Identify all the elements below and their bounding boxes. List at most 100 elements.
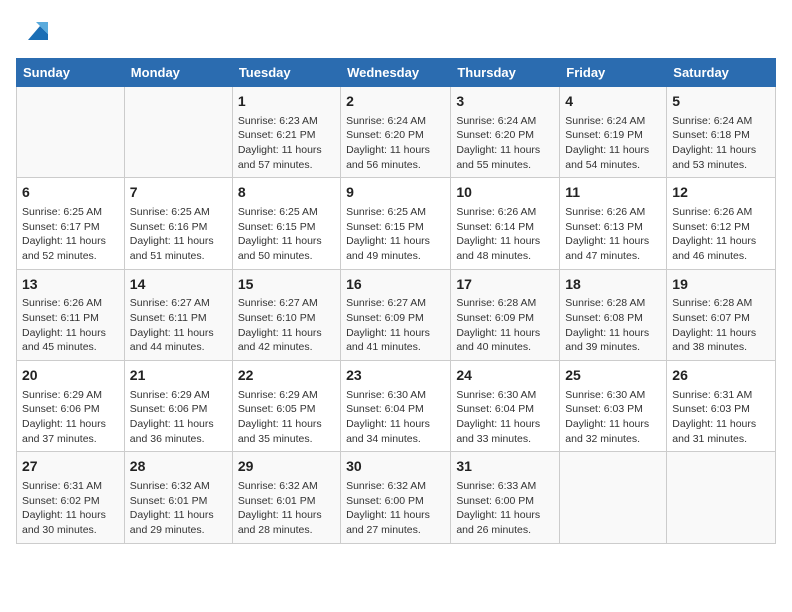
- header-day-thursday: Thursday: [451, 59, 560, 87]
- day-number: 17: [456, 275, 554, 295]
- calendar-cell: 1Sunrise: 6:23 AMSunset: 6:21 PMDaylight…: [232, 87, 340, 178]
- calendar-cell: 27Sunrise: 6:31 AMSunset: 6:02 PMDayligh…: [17, 452, 125, 543]
- calendar-cell: 14Sunrise: 6:27 AMSunset: 6:11 PMDayligh…: [124, 269, 232, 360]
- calendar-cell: 11Sunrise: 6:26 AMSunset: 6:13 PMDayligh…: [560, 178, 667, 269]
- calendar-cell: [667, 452, 776, 543]
- day-number: 12: [672, 183, 770, 203]
- calendar-cell: 18Sunrise: 6:28 AMSunset: 6:08 PMDayligh…: [560, 269, 667, 360]
- calendar-cell: [17, 87, 125, 178]
- day-number: 26: [672, 366, 770, 386]
- calendar-cell: 20Sunrise: 6:29 AMSunset: 6:06 PMDayligh…: [17, 361, 125, 452]
- day-number: 10: [456, 183, 554, 203]
- day-number: 8: [238, 183, 335, 203]
- day-number: 1: [238, 92, 335, 112]
- calendar-table: SundayMondayTuesdayWednesdayThursdayFrid…: [16, 58, 776, 544]
- cell-info: Sunrise: 6:27 AMSunset: 6:09 PMDaylight:…: [346, 296, 445, 355]
- cell-info: Sunrise: 6:32 AMSunset: 6:00 PMDaylight:…: [346, 479, 445, 538]
- cell-info: Sunrise: 6:30 AMSunset: 6:04 PMDaylight:…: [346, 388, 445, 447]
- day-number: 14: [130, 275, 227, 295]
- cell-info: Sunrise: 6:32 AMSunset: 6:01 PMDaylight:…: [130, 479, 227, 538]
- calendar-week-row: 27Sunrise: 6:31 AMSunset: 6:02 PMDayligh…: [17, 452, 776, 543]
- calendar-cell: 29Sunrise: 6:32 AMSunset: 6:01 PMDayligh…: [232, 452, 340, 543]
- day-number: 5: [672, 92, 770, 112]
- calendar-cell: 19Sunrise: 6:28 AMSunset: 6:07 PMDayligh…: [667, 269, 776, 360]
- calendar-cell: 31Sunrise: 6:33 AMSunset: 6:00 PMDayligh…: [451, 452, 560, 543]
- day-number: 22: [238, 366, 335, 386]
- calendar-cell: 16Sunrise: 6:27 AMSunset: 6:09 PMDayligh…: [341, 269, 451, 360]
- cell-info: Sunrise: 6:26 AMSunset: 6:14 PMDaylight:…: [456, 205, 554, 264]
- day-number: 24: [456, 366, 554, 386]
- calendar-cell: 15Sunrise: 6:27 AMSunset: 6:10 PMDayligh…: [232, 269, 340, 360]
- day-number: 30: [346, 457, 445, 477]
- header-day-monday: Monday: [124, 59, 232, 87]
- cell-info: Sunrise: 6:27 AMSunset: 6:11 PMDaylight:…: [130, 296, 227, 355]
- cell-info: Sunrise: 6:24 AMSunset: 6:18 PMDaylight:…: [672, 114, 770, 173]
- cell-info: Sunrise: 6:28 AMSunset: 6:09 PMDaylight:…: [456, 296, 554, 355]
- day-number: 4: [565, 92, 661, 112]
- day-number: 9: [346, 183, 445, 203]
- page-header: [16, 16, 776, 48]
- cell-info: Sunrise: 6:29 AMSunset: 6:06 PMDaylight:…: [22, 388, 119, 447]
- calendar-cell: 26Sunrise: 6:31 AMSunset: 6:03 PMDayligh…: [667, 361, 776, 452]
- cell-info: Sunrise: 6:31 AMSunset: 6:02 PMDaylight:…: [22, 479, 119, 538]
- cell-info: Sunrise: 6:30 AMSunset: 6:04 PMDaylight:…: [456, 388, 554, 447]
- cell-info: Sunrise: 6:25 AMSunset: 6:17 PMDaylight:…: [22, 205, 119, 264]
- cell-info: Sunrise: 6:28 AMSunset: 6:08 PMDaylight:…: [565, 296, 661, 355]
- calendar-cell: [560, 452, 667, 543]
- cell-info: Sunrise: 6:24 AMSunset: 6:19 PMDaylight:…: [565, 114, 661, 173]
- cell-info: Sunrise: 6:25 AMSunset: 6:16 PMDaylight:…: [130, 205, 227, 264]
- cell-info: Sunrise: 6:23 AMSunset: 6:21 PMDaylight:…: [238, 114, 335, 173]
- calendar-cell: 21Sunrise: 6:29 AMSunset: 6:06 PMDayligh…: [124, 361, 232, 452]
- day-number: 19: [672, 275, 770, 295]
- calendar-cell: 3Sunrise: 6:24 AMSunset: 6:20 PMDaylight…: [451, 87, 560, 178]
- day-number: 20: [22, 366, 119, 386]
- calendar-cell: 4Sunrise: 6:24 AMSunset: 6:19 PMDaylight…: [560, 87, 667, 178]
- calendar-cell: [124, 87, 232, 178]
- calendar-cell: 7Sunrise: 6:25 AMSunset: 6:16 PMDaylight…: [124, 178, 232, 269]
- cell-info: Sunrise: 6:29 AMSunset: 6:05 PMDaylight:…: [238, 388, 335, 447]
- cell-info: Sunrise: 6:32 AMSunset: 6:01 PMDaylight:…: [238, 479, 335, 538]
- calendar-cell: 6Sunrise: 6:25 AMSunset: 6:17 PMDaylight…: [17, 178, 125, 269]
- calendar-week-row: 20Sunrise: 6:29 AMSunset: 6:06 PMDayligh…: [17, 361, 776, 452]
- calendar-cell: 12Sunrise: 6:26 AMSunset: 6:12 PMDayligh…: [667, 178, 776, 269]
- cell-info: Sunrise: 6:26 AMSunset: 6:12 PMDaylight:…: [672, 205, 770, 264]
- calendar-cell: 9Sunrise: 6:25 AMSunset: 6:15 PMDaylight…: [341, 178, 451, 269]
- cell-info: Sunrise: 6:29 AMSunset: 6:06 PMDaylight:…: [130, 388, 227, 447]
- header-day-friday: Friday: [560, 59, 667, 87]
- logo: [16, 16, 52, 48]
- day-number: 27: [22, 457, 119, 477]
- day-number: 13: [22, 275, 119, 295]
- day-number: 29: [238, 457, 335, 477]
- cell-info: Sunrise: 6:28 AMSunset: 6:07 PMDaylight:…: [672, 296, 770, 355]
- calendar-cell: 17Sunrise: 6:28 AMSunset: 6:09 PMDayligh…: [451, 269, 560, 360]
- day-number: 31: [456, 457, 554, 477]
- calendar-cell: 5Sunrise: 6:24 AMSunset: 6:18 PMDaylight…: [667, 87, 776, 178]
- cell-info: Sunrise: 6:25 AMSunset: 6:15 PMDaylight:…: [238, 205, 335, 264]
- logo-icon: [20, 16, 52, 48]
- day-number: 21: [130, 366, 227, 386]
- header-day-tuesday: Tuesday: [232, 59, 340, 87]
- calendar-cell: 22Sunrise: 6:29 AMSunset: 6:05 PMDayligh…: [232, 361, 340, 452]
- day-number: 25: [565, 366, 661, 386]
- cell-info: Sunrise: 6:33 AMSunset: 6:00 PMDaylight:…: [456, 479, 554, 538]
- calendar-cell: 23Sunrise: 6:30 AMSunset: 6:04 PMDayligh…: [341, 361, 451, 452]
- cell-info: Sunrise: 6:31 AMSunset: 6:03 PMDaylight:…: [672, 388, 770, 447]
- calendar-cell: 8Sunrise: 6:25 AMSunset: 6:15 PMDaylight…: [232, 178, 340, 269]
- cell-info: Sunrise: 6:25 AMSunset: 6:15 PMDaylight:…: [346, 205, 445, 264]
- calendar-week-row: 13Sunrise: 6:26 AMSunset: 6:11 PMDayligh…: [17, 269, 776, 360]
- day-number: 3: [456, 92, 554, 112]
- day-number: 11: [565, 183, 661, 203]
- calendar-cell: 10Sunrise: 6:26 AMSunset: 6:14 PMDayligh…: [451, 178, 560, 269]
- day-number: 28: [130, 457, 227, 477]
- day-number: 16: [346, 275, 445, 295]
- calendar-cell: 13Sunrise: 6:26 AMSunset: 6:11 PMDayligh…: [17, 269, 125, 360]
- cell-info: Sunrise: 6:27 AMSunset: 6:10 PMDaylight:…: [238, 296, 335, 355]
- cell-info: Sunrise: 6:26 AMSunset: 6:13 PMDaylight:…: [565, 205, 661, 264]
- calendar-cell: 25Sunrise: 6:30 AMSunset: 6:03 PMDayligh…: [560, 361, 667, 452]
- cell-info: Sunrise: 6:30 AMSunset: 6:03 PMDaylight:…: [565, 388, 661, 447]
- day-number: 7: [130, 183, 227, 203]
- calendar-cell: 24Sunrise: 6:30 AMSunset: 6:04 PMDayligh…: [451, 361, 560, 452]
- cell-info: Sunrise: 6:24 AMSunset: 6:20 PMDaylight:…: [346, 114, 445, 173]
- calendar-week-row: 1Sunrise: 6:23 AMSunset: 6:21 PMDaylight…: [17, 87, 776, 178]
- day-number: 18: [565, 275, 661, 295]
